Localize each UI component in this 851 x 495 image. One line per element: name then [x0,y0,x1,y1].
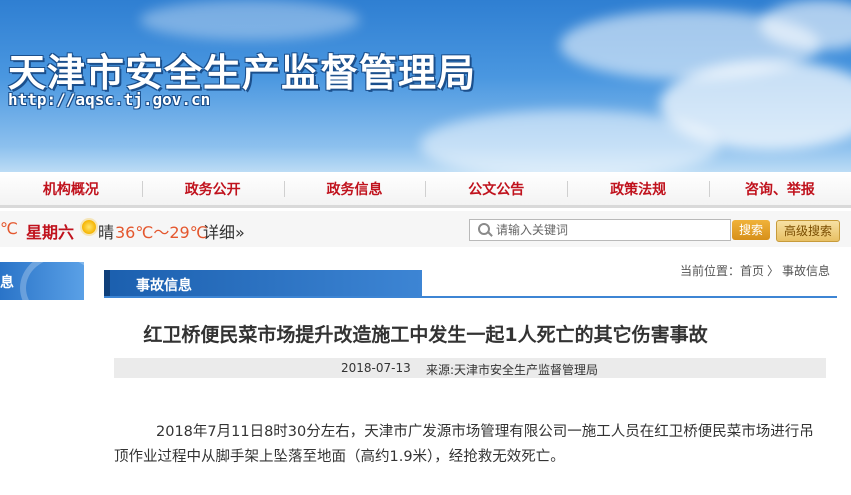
site-title: 天津市安全生产监督管理局 [8,51,477,95]
temperature-range: 36℃～29℃ [115,223,208,242]
cloud-decoration [140,0,360,40]
weather-detail-link[interactable]: 详细» [203,219,245,243]
search-input[interactable] [496,223,726,237]
nav-item-gov-affairs-info[interactable]: 政务信息 [283,179,426,199]
main-nav: 机构概况 政务公开 政务信息 公文公告 政策法规 咨询、举报 [0,172,851,208]
site-url: http://aqsc.tj.gov.cn [8,90,211,109]
cloud-decoration [420,110,720,172]
article-date: 2018-07-13 [341,361,411,375]
search-button[interactable]: 搜索 [732,220,770,240]
article-source: 来源:天津市安全生产监督管理局 [426,363,599,377]
weekday-label: 星期六 [26,223,75,242]
nav-item-policies[interactable]: 政策法规 [567,179,709,199]
left-tab-label: 息 [0,275,14,291]
section-title: 事故信息 [136,278,192,294]
left-sidebar-tab[interactable]: 息 [0,262,84,300]
site-banner: 天津市安全生产监督管理局 http://aqsc.tj.gov.cn [0,0,851,172]
article-body: 2018年7月11日8时30分左右，天津市广发源市场管理有限公司一施工人员在红卫… [114,424,814,465]
breadcrumb-prefix: 当前位置： [680,264,741,278]
sun-icon [82,220,96,234]
search-icon [478,223,492,237]
nav-item-announcements[interactable]: 公文公告 [425,179,567,199]
breadcrumb: 当前位置：首页〉事故信息 [680,262,830,279]
partial-temperature: ℃ [0,219,18,238]
nav-item-org-overview[interactable]: 机构概况 [0,179,142,199]
article-meta-bar: 2018-07-13 来源:天津市安全生产监督管理局 [114,358,826,378]
weather-label: 晴 [98,223,115,242]
breadcrumb-current[interactable]: 事故信息 [782,264,830,278]
section-divider [104,296,837,298]
section-header: 事故信息 [104,270,422,298]
article-title: 红卫桥便民菜市场提升改造施工中发生一起1人死亡的其它伤害事故 [143,324,708,346]
nav-item-consult-report[interactable]: 咨询、举报 [708,179,851,199]
search-box [469,219,731,241]
advanced-search-button[interactable]: 高级搜索 [776,220,840,242]
breadcrumb-separator: 〉 [767,264,780,278]
breadcrumb-home[interactable]: 首页 [740,264,764,278]
nav-item-gov-affairs-public[interactable]: 政务公开 [141,179,284,199]
